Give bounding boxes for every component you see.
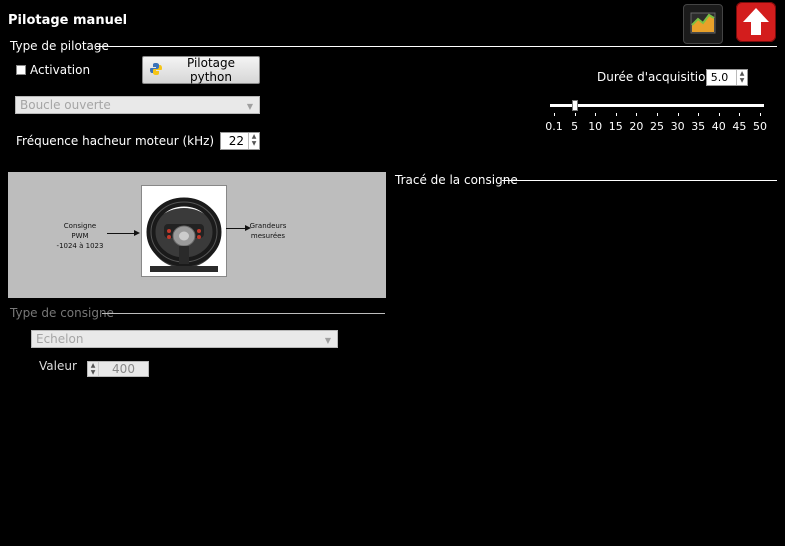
- pilotage-python-label: Pilotage python: [186, 56, 236, 84]
- slider-tick-label: 25: [650, 120, 664, 133]
- freq-value: 22: [228, 134, 244, 148]
- exit-arrow-icon[interactable]: [736, 2, 776, 42]
- valeur-value: 400: [112, 362, 135, 376]
- slider-tick-label: 5: [571, 120, 579, 133]
- mode-select-value: Boucle ouverte: [20, 98, 111, 112]
- output-arrow: [226, 228, 246, 229]
- consigne-type-value: Echelon: [36, 332, 84, 346]
- acquisition-label: Durée d'acquisition: [597, 70, 714, 84]
- chevron-down-icon: ▼: [324, 336, 331, 345]
- slider-tick-label: 0.1: [545, 120, 563, 133]
- slider-tick: [657, 113, 658, 116]
- slider-tick: [760, 113, 761, 116]
- slider-tick: [718, 113, 720, 116]
- trace-group-label: Tracé de la consigne: [395, 173, 518, 187]
- pilotage-group-label: Type de pilotage: [10, 39, 109, 53]
- python-icon: [149, 62, 163, 79]
- chart-icon[interactable]: [683, 4, 723, 44]
- acquisition-spinbox[interactable]: 5.0 ▲ ▼: [706, 69, 748, 86]
- diagram-input-label: Consigne PWM -1024 à 1023: [56, 222, 104, 250]
- mode-select[interactable]: Boucle ouverte ▼: [15, 96, 260, 114]
- slider-tick-label: 10: [588, 120, 603, 133]
- valeur-label: Valeur: [39, 359, 77, 373]
- chevron-down-icon: ▼: [246, 102, 253, 111]
- slider-tick-label: 30: [670, 120, 685, 133]
- input-arrow: [107, 233, 135, 234]
- slider-tick: [615, 113, 617, 116]
- valeur-spinbox[interactable]: ▲ ▼ 400: [87, 361, 149, 377]
- spin-arrows-icon[interactable]: ▲ ▼: [88, 362, 99, 376]
- slider-tick: [554, 113, 555, 116]
- consigne-type-select[interactable]: Echelon ▼: [31, 330, 338, 348]
- slider-tick-label: 35: [691, 120, 706, 133]
- consigne-group-label: Type de consigne: [10, 306, 114, 320]
- freq-label: Fréquence hacheur moteur (kHz): [16, 134, 215, 148]
- slider-tick: [574, 113, 576, 116]
- pilotage-python-button[interactable]: Pilotage python: [142, 56, 260, 84]
- acquisition-value: 5.0: [710, 71, 729, 84]
- system-diagram: Consigne PWM -1024 à 1023 Grandeurs mesu…: [8, 172, 386, 298]
- consigne-group-rule: [102, 313, 385, 314]
- activation-label: Activation: [30, 63, 91, 77]
- acquisition-slider[interactable]: 0.1 5 10 15 20 25 30 35 40 45 50: [545, 98, 767, 138]
- slider-tick: [677, 113, 679, 116]
- slider-thumb[interactable]: [571, 100, 578, 111]
- slider-tick-label: 15: [608, 120, 623, 133]
- freq-spinbox[interactable]: 22 ▲ ▼: [220, 132, 260, 150]
- slider-tick: [595, 113, 597, 116]
- pilotage-group-rule: [96, 46, 777, 47]
- slider-tick: [739, 113, 741, 116]
- arrow-head-icon: [134, 230, 140, 236]
- slider-track: [550, 104, 764, 107]
- slider-tick: [698, 113, 700, 116]
- page-title: Pilotage manuel: [8, 13, 128, 28]
- activation-checkbox[interactable]: [16, 65, 26, 75]
- diagram-output-label: Grandeurs mesurées: [249, 222, 287, 240]
- spin-arrows-icon[interactable]: ▲ ▼: [248, 133, 259, 149]
- slider-tick-label: 45: [732, 120, 747, 133]
- slider-tick-label: 50: [753, 120, 767, 133]
- slider-tick: [636, 113, 638, 116]
- spin-arrows-icon[interactable]: ▲ ▼: [736, 70, 747, 85]
- slider-tick-label: 20: [629, 120, 644, 133]
- slider-tick-label: 40: [711, 120, 726, 133]
- steering-wheel-image: [141, 185, 227, 277]
- trace-group-rule: [502, 180, 777, 181]
